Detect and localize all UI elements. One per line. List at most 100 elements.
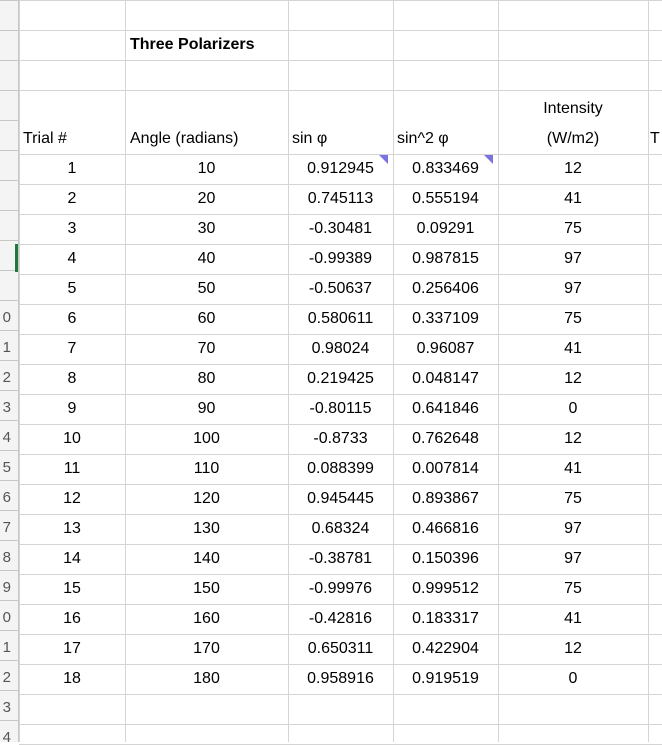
sin-squared-cell[interactable]: 0.337109: [393, 304, 498, 334]
row-number[interactable]: 2: [0, 663, 11, 693]
sin-squared-cell[interactable]: 0.96087: [393, 334, 498, 364]
angle-cell[interactable]: 70: [125, 334, 288, 364]
sin-cell[interactable]: 0.650311: [288, 634, 393, 664]
intensity-cell[interactable]: 97: [505, 514, 641, 544]
sin-cell[interactable]: -0.30481: [288, 214, 393, 244]
trial-cell[interactable]: 8: [19, 364, 125, 394]
trial-cell[interactable]: 13: [19, 514, 125, 544]
intensity-cell[interactable]: 75: [505, 574, 641, 604]
sin-squared-cell[interactable]: 0.183317: [393, 604, 498, 634]
sin-squared-cell[interactable]: 0.256406: [393, 274, 498, 304]
trial-cell[interactable]: 14: [19, 544, 125, 574]
row-number[interactable]: 4: [0, 723, 11, 742]
intensity-cell[interactable]: 12: [505, 424, 641, 454]
row-number[interactable]: 5: [0, 453, 11, 483]
header-intensity-line2[interactable]: (W/m2): [505, 124, 641, 154]
angle-cell[interactable]: 130: [125, 514, 288, 544]
row-number[interactable]: 0: [0, 603, 11, 633]
sin-cell[interactable]: -0.42816: [288, 604, 393, 634]
header-sin[interactable]: sin φ: [292, 124, 327, 154]
header-next-column-cut[interactable]: T: [650, 124, 660, 154]
trial-cell[interactable]: 1: [19, 154, 125, 184]
angle-cell[interactable]: 80: [125, 364, 288, 394]
row-number[interactable]: 6: [0, 483, 11, 513]
angle-cell[interactable]: 150: [125, 574, 288, 604]
intensity-cell[interactable]: 97: [505, 244, 641, 274]
angle-cell[interactable]: 60: [125, 304, 288, 334]
row-number[interactable]: 3: [0, 393, 11, 423]
intensity-cell[interactable]: 97: [505, 544, 641, 574]
sin-squared-cell[interactable]: 0.048147: [393, 364, 498, 394]
trial-cell[interactable]: 12: [19, 484, 125, 514]
row-number[interactable]: 9: [0, 573, 11, 603]
row-header-column[interactable]: 012345678901234: [0, 0, 19, 742]
row-number[interactable]: 2: [0, 363, 11, 393]
angle-cell[interactable]: 120: [125, 484, 288, 514]
sin-squared-cell[interactable]: 0.466816: [393, 514, 498, 544]
sin-cell[interactable]: 0.219425: [288, 364, 393, 394]
sin-cell[interactable]: -0.38781: [288, 544, 393, 574]
sin-squared-cell[interactable]: 0.422904: [393, 634, 498, 664]
sin-squared-cell[interactable]: 0.555194: [393, 184, 498, 214]
angle-cell[interactable]: 30: [125, 214, 288, 244]
trial-cell[interactable]: 3: [19, 214, 125, 244]
row-number[interactable]: 0: [0, 303, 11, 333]
angle-cell[interactable]: 90: [125, 394, 288, 424]
sin-cell[interactable]: -0.80115: [288, 394, 393, 424]
row-number[interactable]: 1: [0, 633, 11, 663]
trial-cell[interactable]: 11: [19, 454, 125, 484]
intensity-cell[interactable]: 12: [505, 364, 641, 394]
sin-squared-cell[interactable]: 0.762648: [393, 424, 498, 454]
sin-squared-cell[interactable]: 0.999512: [393, 574, 498, 604]
intensity-cell[interactable]: 0: [505, 664, 641, 694]
sin-cell[interactable]: -0.99976: [288, 574, 393, 604]
row-number[interactable]: 1: [0, 333, 11, 363]
sin-cell[interactable]: -0.50637: [288, 274, 393, 304]
angle-cell[interactable]: 160: [125, 604, 288, 634]
angle-cell[interactable]: 140: [125, 544, 288, 574]
intensity-cell[interactable]: 41: [505, 334, 641, 364]
trial-cell[interactable]: 17: [19, 634, 125, 664]
intensity-cell[interactable]: 12: [505, 154, 641, 184]
sin-squared-cell[interactable]: 0.09291: [393, 214, 498, 244]
angle-cell[interactable]: 100: [125, 424, 288, 454]
trial-cell[interactable]: 18: [19, 664, 125, 694]
sin-cell[interactable]: 0.912945: [288, 154, 393, 184]
intensity-cell[interactable]: 75: [505, 214, 641, 244]
sin-squared-cell[interactable]: 0.919519: [393, 664, 498, 694]
row-number[interactable]: 7: [0, 513, 11, 543]
sin-squared-cell[interactable]: 0.987815: [393, 244, 498, 274]
sin-cell[interactable]: 0.68324: [288, 514, 393, 544]
sin-cell[interactable]: 0.580611: [288, 304, 393, 334]
sin-cell[interactable]: 0.945445: [288, 484, 393, 514]
sin-squared-cell[interactable]: 0.833469: [393, 154, 498, 184]
sin-cell[interactable]: 0.088399: [288, 454, 393, 484]
sin-cell[interactable]: 0.745113: [288, 184, 393, 214]
sin-squared-cell[interactable]: 0.007814: [393, 454, 498, 484]
angle-cell[interactable]: 10: [125, 154, 288, 184]
sin-cell[interactable]: 0.98024: [288, 334, 393, 364]
comment-indicator-icon[interactable]: [379, 155, 388, 164]
header-intensity-line1[interactable]: Intensity: [505, 94, 641, 124]
intensity-cell[interactable]: 41: [505, 454, 641, 484]
intensity-cell[interactable]: 0: [505, 394, 641, 424]
intensity-cell[interactable]: 41: [505, 604, 641, 634]
intensity-cell[interactable]: 75: [505, 304, 641, 334]
trial-cell[interactable]: 4: [19, 244, 125, 274]
trial-cell[interactable]: 6: [19, 304, 125, 334]
angle-cell[interactable]: 50: [125, 274, 288, 304]
angle-cell[interactable]: 180: [125, 664, 288, 694]
trial-cell[interactable]: 10: [19, 424, 125, 454]
sin-cell[interactable]: 0.958916: [288, 664, 393, 694]
trial-cell[interactable]: 7: [19, 334, 125, 364]
trial-cell[interactable]: 9: [19, 394, 125, 424]
intensity-cell[interactable]: 97: [505, 274, 641, 304]
sin-cell[interactable]: -0.99389: [288, 244, 393, 274]
angle-cell[interactable]: 110: [125, 454, 288, 484]
row-number[interactable]: 3: [0, 693, 11, 723]
sheet-title[interactable]: Three Polarizers: [130, 30, 255, 60]
row-number[interactable]: 8: [0, 543, 11, 573]
angle-cell[interactable]: 170: [125, 634, 288, 664]
intensity-cell[interactable]: 75: [505, 484, 641, 514]
row-number[interactable]: 4: [0, 423, 11, 453]
